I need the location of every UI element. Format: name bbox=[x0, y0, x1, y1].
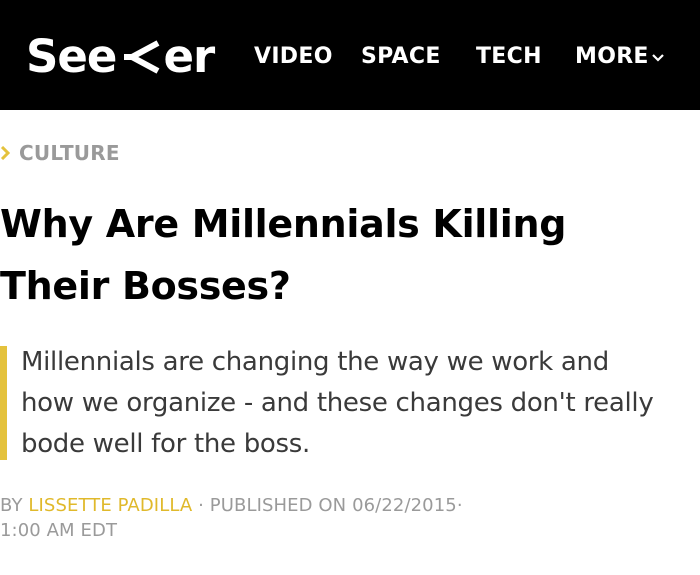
dek-accent-bar bbox=[0, 346, 7, 460]
nav-tech[interactable]: TECH bbox=[476, 40, 542, 72]
article-headline: Why Are Millennials Killing Their Bosses… bbox=[0, 193, 700, 317]
site-header: See er VIDEO SPACE TECH MORE bbox=[0, 0, 700, 110]
byline-separator: · bbox=[198, 495, 204, 516]
published-time: 1:00 AM EDT bbox=[0, 520, 118, 541]
dek-line-2: how we organize - and these changes don'… bbox=[21, 388, 654, 418]
logo-text-end: er bbox=[163, 29, 215, 83]
byline-by: BY bbox=[0, 495, 23, 516]
published-date: PUBLISHED ON 06/22/2015 bbox=[209, 495, 457, 516]
author-link[interactable]: LISSETTE PADILLA bbox=[28, 495, 192, 516]
k-chevron-icon bbox=[118, 36, 162, 76]
dek-line-1: Millennials are changing the way we work… bbox=[21, 347, 609, 377]
headline-line-2: Their Bosses? bbox=[0, 264, 291, 308]
seeker-logo[interactable]: See er bbox=[26, 29, 215, 83]
dek-line-3: bode well for the boss. bbox=[21, 429, 310, 459]
category-breadcrumb[interactable]: CULTURE bbox=[0, 140, 120, 166]
nav-space[interactable]: SPACE bbox=[361, 40, 441, 72]
chevron-right-icon bbox=[0, 146, 10, 160]
nav-more-label: MORE bbox=[575, 43, 649, 69]
nav-video[interactable]: VIDEO bbox=[254, 40, 333, 72]
article-dek: Millennials are changing the way we work… bbox=[21, 342, 700, 465]
headline-line-1: Why Are Millennials Killing bbox=[0, 202, 567, 246]
byline-separator-2: · bbox=[456, 495, 463, 516]
article-byline: BY LISSETTE PADILLA · PUBLISHED ON 06/22… bbox=[0, 493, 690, 543]
category-label: CULTURE bbox=[19, 141, 120, 165]
nav-more[interactable]: MORE bbox=[575, 40, 664, 72]
logo-text-start: See bbox=[26, 29, 117, 83]
chevron-down-icon bbox=[651, 53, 664, 62]
